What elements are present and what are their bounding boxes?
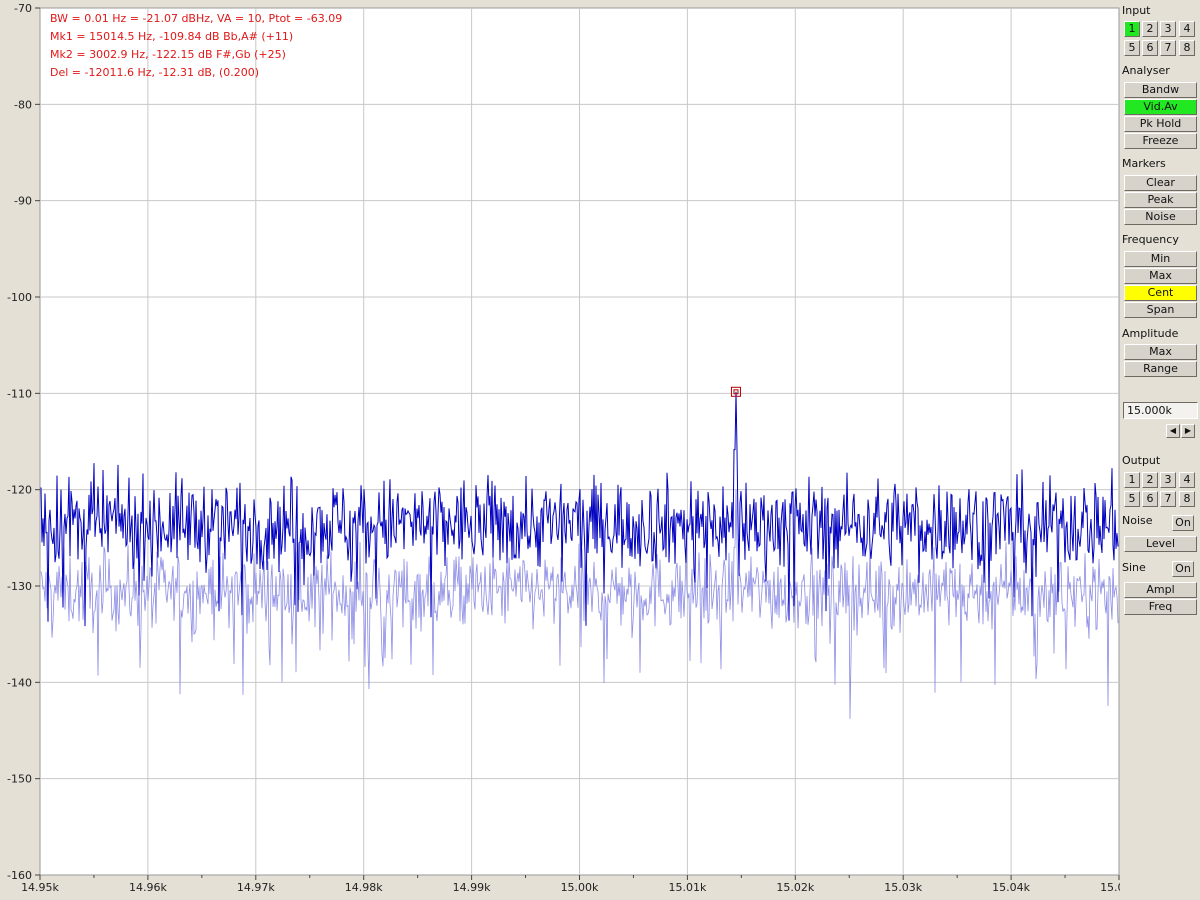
- frequency-centre-button[interactable]: Cent: [1124, 285, 1197, 301]
- frequency-value-field[interactable]: 15.000k: [1123, 402, 1198, 419]
- control-panel: Input 1 2 3 4 5 6 7 8 Analyser Bandw Vid…: [1120, 0, 1200, 900]
- input-button-3[interactable]: 3: [1160, 21, 1176, 37]
- analyser-section-title: Analyser: [1122, 64, 1170, 77]
- input-section-title: Input: [1122, 4, 1151, 17]
- amplitude-range-button[interactable]: Range: [1124, 361, 1197, 377]
- y-tick-label: -70: [14, 2, 32, 15]
- arrow-left-icon[interactable]: ◀: [1166, 424, 1180, 438]
- input-button-1[interactable]: 1: [1124, 21, 1140, 37]
- x-tick-label: 15.01k: [668, 881, 706, 894]
- amplitude-section-title: Amplitude: [1122, 327, 1179, 340]
- sine-section-title: Sine: [1122, 561, 1146, 574]
- frequency-section-title: Frequency: [1122, 233, 1179, 246]
- output-button-3[interactable]: 3: [1160, 472, 1176, 488]
- sine-frequency-button[interactable]: Freq: [1124, 599, 1197, 615]
- frequency-min-button[interactable]: Min: [1124, 251, 1197, 267]
- x-axis-ticks: 14.95k 14.96k 14.97k 14.98k 14.99k 15.00k 15.0…: [21, 875, 1120, 894]
- output-button-5[interactable]: 5: [1124, 491, 1140, 507]
- output-button-2[interactable]: 2: [1142, 472, 1158, 488]
- y-tick-label: -80: [14, 98, 32, 111]
- readout-delta: Del = -12011.6 Hz, -12.31 dB, (0.200): [50, 66, 259, 79]
- input-button-4[interactable]: 4: [1179, 21, 1195, 37]
- amplitude-max-button[interactable]: Max: [1124, 344, 1197, 360]
- spectrum-plot[interactable]: -70-80-90-100-110-120-130-140-150-160 14…: [0, 0, 1120, 900]
- noise-section-title: Noise: [1122, 514, 1153, 527]
- readout-marker2: Mk2 = 3002.9 Hz, -122.15 dB F#,Gb (+25): [50, 48, 286, 61]
- noise-level-button[interactable]: Level: [1124, 536, 1197, 552]
- y-tick-label: -110: [7, 387, 32, 400]
- y-axis-ticks: -70-80-90-100-110-120-130-140-150-160: [7, 2, 40, 882]
- x-tick-label: 15.03k: [884, 881, 922, 894]
- markers-section-title: Markers: [1122, 157, 1166, 170]
- y-tick-label: -120: [7, 484, 32, 497]
- output-button-7[interactable]: 7: [1160, 491, 1176, 507]
- bandwidth-button[interactable]: Bandw: [1124, 82, 1197, 98]
- markers-clear-button[interactable]: Clear: [1124, 175, 1197, 191]
- sine-on-toggle[interactable]: On: [1172, 561, 1194, 577]
- x-tick-label: 14.98k: [345, 881, 383, 894]
- frequency-max-button[interactable]: Max: [1124, 268, 1197, 284]
- input-button-8[interactable]: 8: [1179, 40, 1195, 56]
- output-section-title: Output: [1122, 454, 1161, 467]
- input-button-2[interactable]: 2: [1142, 21, 1158, 37]
- x-tick-label: 14.95k: [21, 881, 59, 894]
- input-button-6[interactable]: 6: [1142, 40, 1158, 56]
- x-tick-label: 14.99k: [453, 881, 491, 894]
- x-tick-label: 14.96k: [129, 881, 167, 894]
- peak-hold-button[interactable]: Pk Hold: [1124, 116, 1197, 132]
- markers-peak-button[interactable]: Peak: [1124, 192, 1197, 208]
- y-tick-label: -140: [7, 676, 32, 689]
- x-tick-label: 15.00k: [561, 881, 599, 894]
- y-tick-label: -130: [7, 580, 32, 593]
- input-button-5[interactable]: 5: [1124, 40, 1140, 56]
- video-average-button[interactable]: Vid.Av: [1124, 99, 1197, 115]
- arrow-right-icon[interactable]: ▶: [1181, 424, 1195, 438]
- frequency-span-button[interactable]: Span: [1124, 302, 1197, 318]
- output-button-4[interactable]: 4: [1179, 472, 1195, 488]
- x-tick-label: 15.04k: [992, 881, 1030, 894]
- x-tick-label: 15.02k: [776, 881, 814, 894]
- readout-bandwidth: BW = 0.01 Hz = -21.07 dBHz, VA = 10, Pto…: [50, 12, 342, 25]
- markers-noise-button[interactable]: Noise: [1124, 209, 1197, 225]
- input-button-7[interactable]: 7: [1160, 40, 1176, 56]
- output-button-8[interactable]: 8: [1179, 491, 1195, 507]
- y-tick-label: -90: [14, 195, 32, 208]
- sine-amplitude-button[interactable]: Ampl: [1124, 582, 1197, 598]
- y-tick-label: -150: [7, 773, 32, 786]
- x-tick-label: 14.97k: [237, 881, 275, 894]
- noise-on-toggle[interactable]: On: [1172, 515, 1194, 531]
- output-button-1[interactable]: 1: [1124, 472, 1140, 488]
- output-button-6[interactable]: 6: [1142, 491, 1158, 507]
- x-tick-label: 15.05k: [1100, 881, 1120, 894]
- y-tick-label: -100: [7, 291, 32, 304]
- readout-marker1: Mk1 = 15014.5 Hz, -109.84 dB Bb,A# (+11): [50, 30, 293, 43]
- freeze-button[interactable]: Freeze: [1124, 133, 1197, 149]
